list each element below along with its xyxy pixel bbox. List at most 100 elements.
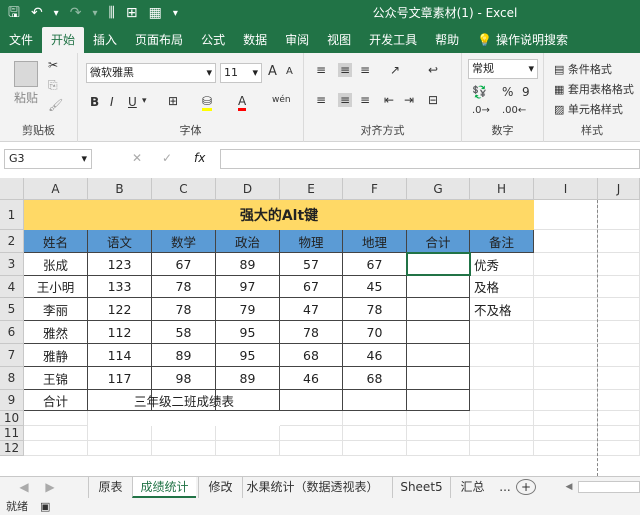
caption-cell[interactable]: 三年级二班成绩表 <box>88 390 280 411</box>
table-cell[interactable]: 王锦 <box>24 367 88 390</box>
remark-cell[interactable] <box>470 367 534 390</box>
paste-label[interactable]: 粘贴 <box>14 89 38 106</box>
percent-icon[interactable]: % <box>502 85 513 99</box>
cell[interactable] <box>534 390 598 411</box>
column-header[interactable]: J <box>598 178 640 200</box>
table-cell[interactable] <box>407 276 470 298</box>
table-cell[interactable] <box>407 390 470 411</box>
table-cell[interactable]: 67 <box>343 253 407 276</box>
table-header-cell[interactable]: 数学 <box>152 230 216 253</box>
cell[interactable] <box>24 441 88 456</box>
row-header[interactable]: 6 <box>0 321 24 344</box>
cancel-icon[interactable]: ✕ <box>132 151 142 165</box>
cell[interactable] <box>598 426 640 441</box>
cell[interactable] <box>598 298 640 321</box>
tab-5[interactable]: 数据 <box>234 27 276 53</box>
tab-1[interactable]: 开始 <box>42 27 85 53</box>
tab-3[interactable]: 页面布局 <box>126 27 192 53</box>
remark-cell[interactable] <box>470 321 534 344</box>
table-cell[interactable]: 89 <box>216 253 280 276</box>
sheet-tab[interactable]: 成绩统计 <box>132 477 196 498</box>
name-box[interactable]: G3 ▾ <box>4 149 92 169</box>
comma-style-icon[interactable]: 9 <box>522 85 530 99</box>
table-cell[interactable]: 78 <box>152 298 216 321</box>
table-cell[interactable]: 雅然 <box>24 321 88 344</box>
table-cell[interactable]: 112 <box>88 321 152 344</box>
cell[interactable] <box>343 411 407 426</box>
tell-me-search[interactable]: 💡 操作说明搜索 <box>468 27 577 53</box>
cell[interactable] <box>598 230 640 253</box>
table-cell[interactable]: 46 <box>280 367 343 390</box>
cell[interactable] <box>534 411 598 426</box>
cell[interactable] <box>534 298 598 321</box>
table-header-cell[interactable]: 语文 <box>88 230 152 253</box>
copy-icon[interactable]: ⎘ <box>48 78 58 93</box>
align-bottom-icon[interactable]: ≡ <box>360 63 370 77</box>
cell[interactable] <box>534 426 598 441</box>
font-size-dropdown[interactable]: 11 ▾ <box>220 63 262 83</box>
hscroll-left-icon[interactable]: ◀ <box>562 477 576 498</box>
cell[interactable] <box>470 426 534 441</box>
table-cell[interactable]: 雅静 <box>24 344 88 367</box>
italic-button[interactable]: I <box>110 95 114 109</box>
currency-icon[interactable]: 💱 <box>472 85 487 99</box>
table-cell[interactable]: 58 <box>152 321 216 344</box>
macro-record-icon[interactable]: ▣ <box>40 500 50 513</box>
tab-7[interactable]: 视图 <box>318 27 360 53</box>
cell[interactable] <box>152 426 216 441</box>
row-header[interactable]: 12 <box>0 441 24 456</box>
fill-color-icon[interactable]: ⛁ <box>202 94 213 111</box>
table-cell[interactable]: 79 <box>216 298 280 321</box>
row-header[interactable]: 3 <box>0 253 24 276</box>
column-header[interactable]: E <box>280 178 343 200</box>
table-cell[interactable]: 114 <box>88 344 152 367</box>
table-cell[interactable] <box>407 344 470 367</box>
sheet-tab[interactable]: Sheet5 <box>392 477 450 498</box>
table-cell[interactable]: 47 <box>280 298 343 321</box>
table-cell[interactable]: 46 <box>343 344 407 367</box>
table-header-cell[interactable]: 合计 <box>407 230 470 253</box>
table-cell[interactable]: 45 <box>343 276 407 298</box>
font-name-dropdown[interactable]: 微软雅黑 ▾ <box>86 63 216 83</box>
sheet-tab[interactable]: 汇总 <box>450 477 494 498</box>
table-cell[interactable]: 78 <box>152 276 216 298</box>
table-cell[interactable]: 78 <box>280 321 343 344</box>
table-cell[interactable]: 王小明 <box>24 276 88 298</box>
align-top-icon[interactable]: ≡ <box>316 63 326 77</box>
cell[interactable] <box>152 441 216 456</box>
format-table-button[interactable]: ▦ 套用表格格式 <box>554 81 634 97</box>
sheet-tab[interactable]: 原表 <box>88 477 132 498</box>
table-header-cell[interactable]: 姓名 <box>24 230 88 253</box>
cell[interactable] <box>598 390 640 411</box>
sheet-tab[interactable]: 水果统计（数据透视表） <box>242 477 382 498</box>
shrink-font-icon[interactable]: A <box>286 66 293 77</box>
increase-decimal-icon[interactable]: .0→ <box>472 105 490 116</box>
table-header-cell[interactable]: 政治 <box>216 230 280 253</box>
next-sheet-icon[interactable]: ▶ <box>42 477 58 498</box>
sheet-title-cell[interactable]: 强大的Alt键 <box>24 200 534 230</box>
cell[interactable] <box>280 426 343 441</box>
sheet-tab[interactable]: 修改 <box>198 477 242 498</box>
cell[interactable] <box>534 441 598 456</box>
cell[interactable] <box>88 441 152 456</box>
row-header[interactable]: 5 <box>0 298 24 321</box>
row-header[interactable]: 8 <box>0 367 24 390</box>
row-header[interactable]: 10 <box>0 411 24 426</box>
row-header[interactable]: 1 <box>0 200 24 230</box>
table-cell[interactable] <box>280 390 343 411</box>
table-cell[interactable]: 68 <box>280 344 343 367</box>
align-right-icon[interactable]: ≡ <box>360 93 370 107</box>
wrap-text-icon[interactable]: ↩ <box>428 63 438 77</box>
horizontal-scrollbar[interactable] <box>578 481 640 493</box>
enter-icon[interactable]: ✓ <box>162 151 172 165</box>
table-cell[interactable]: 张成 <box>24 253 88 276</box>
table-cell[interactable]: 70 <box>343 321 407 344</box>
cell[interactable] <box>216 426 280 441</box>
remark-cell[interactable] <box>470 344 534 367</box>
table-cell[interactable]: 57 <box>280 253 343 276</box>
remark-cell[interactable]: 不及格 <box>470 298 534 321</box>
cell[interactable] <box>470 441 534 456</box>
cut-icon[interactable]: ✂ <box>48 58 58 72</box>
cell[interactable] <box>88 426 152 441</box>
tab-8[interactable]: 开发工具 <box>360 27 426 53</box>
